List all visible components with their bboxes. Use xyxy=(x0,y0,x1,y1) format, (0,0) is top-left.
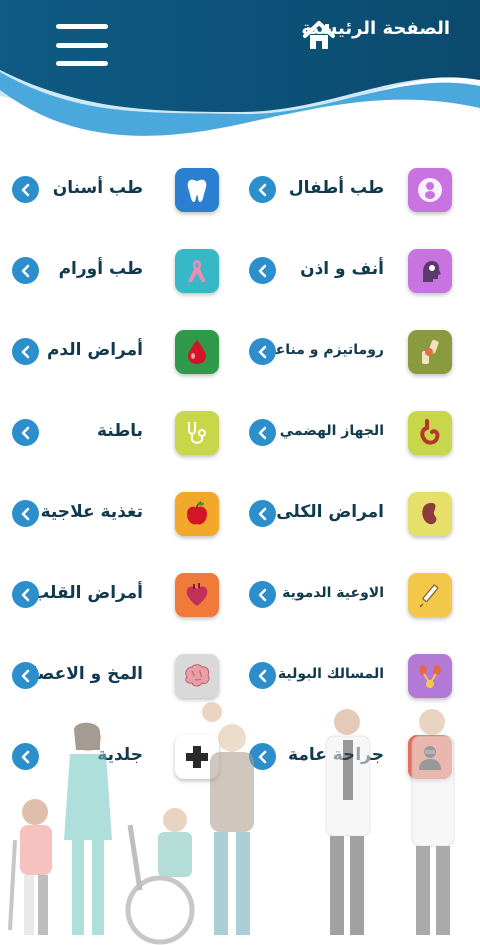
chevron-left-icon xyxy=(12,176,39,203)
specialty-label: المسالك البولية xyxy=(277,666,384,682)
hamburger-line xyxy=(56,61,108,66)
specialty-urology[interactable]: المسالك البولية xyxy=(245,650,460,704)
hamburger-line xyxy=(56,42,108,48)
baby-icon xyxy=(408,168,452,212)
chevron-left-icon xyxy=(12,257,39,284)
specialty-vascular[interactable]: الاوعية الدموية xyxy=(245,569,460,623)
specialty-label: أنف و اذن xyxy=(300,259,384,279)
specialty-label: روماتيزم و مناعة xyxy=(267,342,384,358)
specialty-label: الجهاز الهضمي xyxy=(279,423,384,439)
chevron-left-icon xyxy=(249,176,276,203)
stomach-icon xyxy=(408,411,452,455)
chevron-left-icon xyxy=(249,662,276,689)
specialty-label: أمراض القلب xyxy=(32,583,143,603)
home-icon xyxy=(303,21,336,49)
chevron-left-icon xyxy=(249,257,276,284)
header: الصفحة الرئيسية xyxy=(0,0,480,160)
chevron-left-icon xyxy=(12,662,39,689)
specialty-oncology[interactable]: طب أورام xyxy=(8,245,223,299)
apple-icon xyxy=(175,492,219,536)
chevron-left-icon xyxy=(249,338,276,365)
knee-joint-icon xyxy=(408,330,452,374)
specialty-label: باطنة xyxy=(96,421,143,441)
specialty-label: تغذية علاجية xyxy=(40,502,143,522)
specialty-pediatrics[interactable]: طب أطفال xyxy=(245,164,460,218)
specialty-cardiology[interactable]: أمراض القلب xyxy=(8,569,223,623)
blood-drop-icon xyxy=(175,330,219,374)
specialties-grid: طب أطفال أنف و اذن روماتيزم و مناعة الجه… xyxy=(0,164,480,784)
hamburger-menu-button[interactable] xyxy=(56,24,108,66)
tooth-icon xyxy=(175,168,219,212)
specialty-nephrology[interactable]: امراض الكلى xyxy=(245,488,460,542)
ribbon-icon xyxy=(175,249,219,293)
syringe-icon xyxy=(408,573,452,617)
chevron-left-icon xyxy=(249,743,276,770)
specialty-gastro[interactable]: الجهاز الهضمي xyxy=(245,407,460,461)
ent-head-icon xyxy=(408,249,452,293)
specialty-label: طب أورام xyxy=(58,259,143,279)
specialty-label: طب أطفال xyxy=(288,178,384,198)
specialty-label: امراض الكلى xyxy=(276,502,384,522)
kidney-icon xyxy=(408,492,452,536)
specialty-dentistry[interactable]: طب أسنان xyxy=(8,164,223,218)
specialty-nutrition[interactable]: تغذية علاجية xyxy=(8,488,223,542)
specialty-neurology[interactable]: المخ و الاعصاب xyxy=(8,650,223,704)
specialty-internal-medicine[interactable]: باطنة xyxy=(8,407,223,461)
specialty-general-surgery[interactable]: جراحة عامة xyxy=(245,731,460,785)
stethoscope-icon xyxy=(175,411,219,455)
brain-icon xyxy=(175,654,219,698)
chevron-left-icon xyxy=(12,338,39,365)
chevron-left-icon xyxy=(249,500,276,527)
chevron-left-icon xyxy=(12,500,39,527)
surgeon-icon xyxy=(408,735,452,779)
chevron-left-icon xyxy=(12,419,39,446)
hamburger-menu-icon xyxy=(56,24,108,29)
specialty-label: الاوعية الدموية xyxy=(282,585,384,601)
heart-icon xyxy=(175,573,219,617)
home-link[interactable]: الصفحة الرئيسية xyxy=(301,18,450,49)
specialty-dermatology[interactable]: جلدية xyxy=(8,731,223,785)
chevron-left-icon xyxy=(12,581,39,608)
specialty-label: جلدية xyxy=(97,745,143,765)
chevron-left-icon xyxy=(12,743,39,770)
urinary-icon xyxy=(408,654,452,698)
specialty-label: طب أسنان xyxy=(52,178,143,198)
chevron-left-icon xyxy=(249,419,276,446)
specialty-label: أمراض الدم xyxy=(46,340,143,360)
specialty-rheumatology[interactable]: روماتيزم و مناعة xyxy=(245,326,460,380)
specialty-hematology[interactable]: أمراض الدم xyxy=(8,326,223,380)
specialty-ent[interactable]: أنف و اذن xyxy=(245,245,460,299)
chevron-left-icon xyxy=(249,581,276,608)
specialty-label: جراحة عامة xyxy=(288,745,384,765)
plus-icon xyxy=(175,735,219,779)
